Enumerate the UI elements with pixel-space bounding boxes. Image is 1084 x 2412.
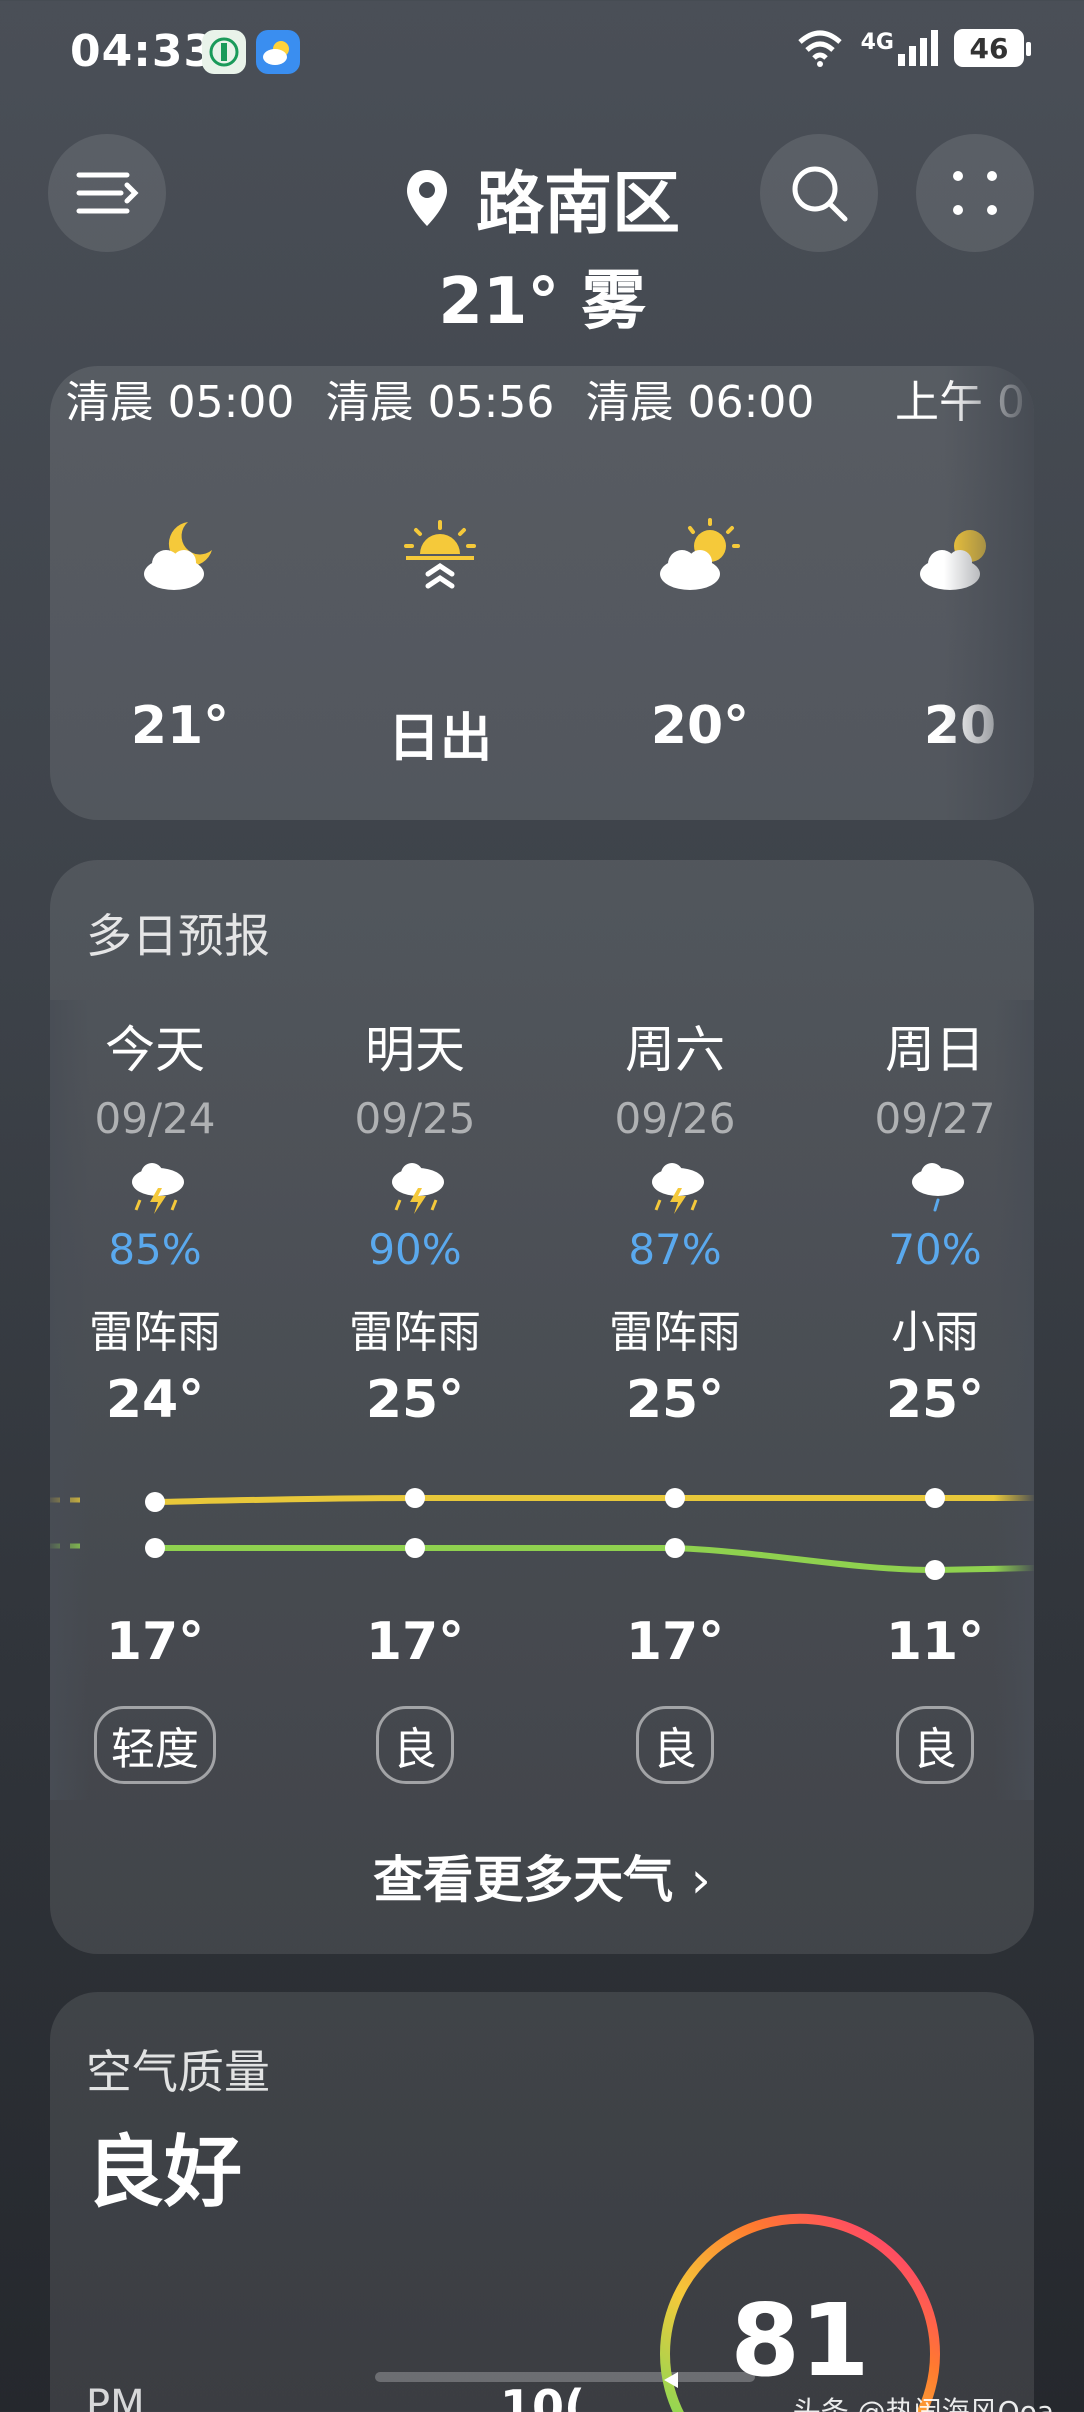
scroll-fade-left: [50, 1000, 90, 1800]
precip-chance: 87%: [628, 1225, 722, 1274]
day-date: 09/26: [614, 1094, 736, 1143]
hourly-forecast-card[interactable]: 清晨 05:00 21° 清晨 05:56 日出 清晨 06:00 20° 上午…: [50, 366, 1034, 820]
low-point: [665, 1538, 685, 1558]
day-item[interactable]: 周六 09/26: [555, 1010, 795, 1143]
scroll-fade-right: [994, 1000, 1034, 1800]
high-point: [405, 1488, 425, 1508]
thunderstorm-icon: [388, 1160, 448, 1220]
cell-signal-icon: 4G: [861, 30, 938, 66]
wifi-icon: [797, 30, 842, 67]
day-condition: 雷阵雨: [609, 1307, 741, 1358]
scroll-fade: [944, 366, 1034, 820]
hour-time: 清晨 05:56: [325, 377, 555, 428]
air-title: 空气质量: [86, 2045, 270, 2099]
aqi-badge: 良: [896, 1706, 974, 1784]
current-weather: 21° 雾: [438, 265, 646, 339]
location-pin-icon: [406, 169, 447, 226]
battery-level: 46: [969, 31, 1009, 65]
pm-value: 10(: [500, 2380, 586, 2412]
rain-icon: [908, 1160, 968, 1220]
air-level: 良好: [86, 2128, 243, 2218]
day-date: 09/25: [354, 1094, 476, 1143]
hour-time: 清晨 06:00: [585, 377, 815, 428]
high-temp: 25°: [625, 1370, 725, 1430]
thunderstorm-icon: [128, 1160, 188, 1220]
thunderstorm-icon: [648, 1160, 708, 1220]
day-item[interactable]: 明天 09/25: [295, 1010, 535, 1143]
high-temp: 25°: [365, 1370, 465, 1430]
aqi-badge-wrap: 良: [555, 1706, 795, 1784]
location-name: 路南区: [475, 165, 680, 244]
high-point: [665, 1488, 685, 1508]
pm-label: PM: [86, 2382, 145, 2412]
hour-temp: 21°: [130, 696, 230, 756]
low-point: [405, 1538, 425, 1558]
search-icon: [792, 166, 848, 222]
aqi-badge: 良: [636, 1706, 714, 1784]
air-quality-card[interactable]: 空气质量 良好 PM 10( 81: [50, 1992, 1034, 2412]
low-temp: 17°: [365, 1612, 465, 1672]
day-name: 明天: [365, 1021, 465, 1079]
high-temp-line: [154, 1495, 1034, 1505]
moon-cloud-icon: [130, 516, 230, 596]
more-button[interactable]: [916, 134, 1034, 252]
more-dots-icon: [953, 171, 997, 215]
high-point: [145, 1492, 165, 1512]
low-temp: 17°: [625, 1612, 725, 1672]
low-point: [145, 1538, 165, 1558]
more-weather-link[interactable]: 查看更多天气 ›: [50, 1840, 1034, 1912]
status-time: 04:33: [70, 26, 216, 77]
chevron-right-icon: ›: [690, 1851, 711, 1909]
aqi-badge-wrap: 良: [295, 1706, 535, 1784]
day-name: 周六: [625, 1021, 725, 1079]
aqi-badge: 轻度: [94, 1706, 216, 1784]
network-type: 4G: [860, 30, 894, 55]
weather-app-icon: [256, 30, 300, 74]
daily-title: 多日预报: [86, 909, 270, 963]
watermark: 头条 @热闹海风Ooa: [792, 2395, 1054, 2412]
battery-indicator: 46: [954, 29, 1031, 67]
status-right: 4G 46: [795, 28, 1031, 68]
low-point: [925, 1560, 945, 1580]
search-button[interactable]: [760, 134, 878, 252]
bank-app-icon: [202, 30, 246, 74]
sunrise-icon: [390, 516, 490, 596]
aqi-value: 81: [730, 2282, 870, 2399]
low-temp-line: [155, 1545, 1034, 1574]
high-point: [925, 1488, 945, 1508]
hour-time: 清晨 05:00: [65, 377, 295, 428]
temperature-curves: [50, 1488, 1034, 1580]
hour-temp: 20°: [650, 696, 750, 756]
precip-chance: 90%: [368, 1225, 462, 1274]
sun-cloud-icon: [650, 516, 750, 596]
hour-label: 日出: [387, 709, 492, 769]
more-weather-label: 查看更多天气: [373, 1851, 674, 1909]
daily-forecast-card[interactable]: 多日预报 今天 09/24 明天 09/25 周六 09/26 周日 09/27…: [50, 860, 1034, 1954]
aqi-badge: 良: [376, 1706, 454, 1784]
day-condition: 雷阵雨: [349, 1307, 481, 1358]
